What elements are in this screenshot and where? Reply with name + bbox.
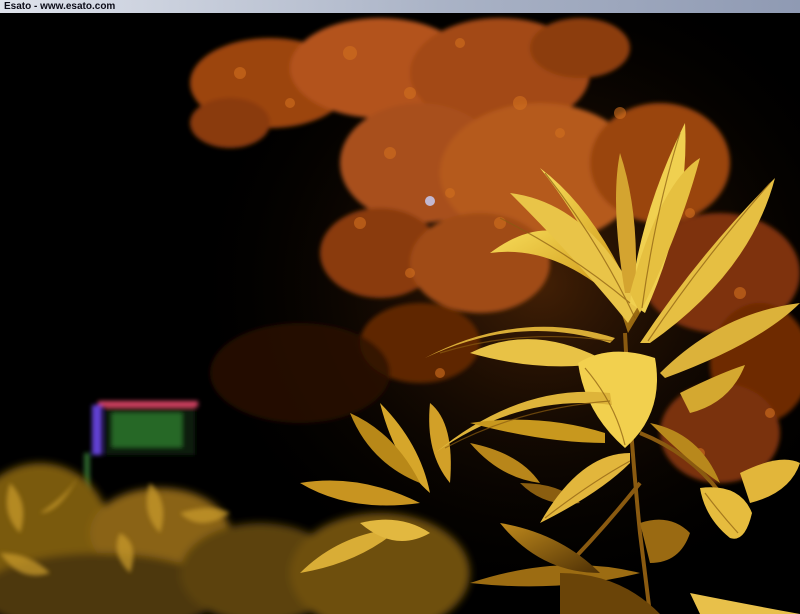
photo-canvas <box>0 13 800 614</box>
distant-light <box>425 196 435 206</box>
title-bar: Esato - www.esato.com <box>0 0 800 13</box>
night-plant-photo <box>0 13 800 614</box>
image-viewer-window: Esato - www.esato.com <box>0 0 800 614</box>
window-title: Esato - www.esato.com <box>4 1 116 12</box>
